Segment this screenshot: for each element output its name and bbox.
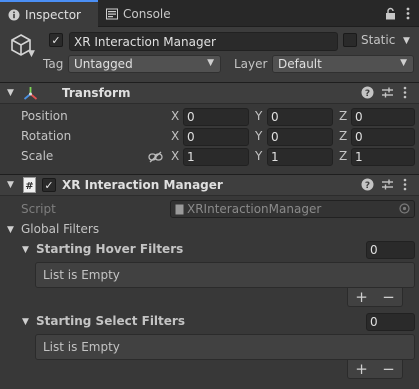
script-value: XRInteractionManager (187, 202, 322, 216)
rotation-y-label: Y (255, 129, 263, 143)
position-x-field[interactable]: 0 (183, 108, 249, 126)
constrain-proportions-link-icon[interactable] (147, 150, 163, 164)
component-enabled-checkbox[interactable]: ✓ (42, 178, 56, 192)
position-z-field[interactable]: 0 (351, 108, 415, 126)
tag-label: Tag (43, 57, 64, 71)
layer-value: Default (278, 57, 322, 71)
add-select-filter-button[interactable]: + (355, 360, 368, 378)
preset-icon[interactable] (381, 178, 394, 194)
console-icon (106, 8, 118, 20)
select-filters-footer: + − (347, 360, 403, 379)
xr-manager-title: XR Interaction Manager (62, 178, 223, 192)
kebab-menu-icon[interactable] (403, 178, 407, 194)
tab-console-label: Console (123, 6, 171, 21)
scale-y-field[interactable]: 1 (267, 148, 333, 166)
select-filters-foldout-icon[interactable]: ▼ (22, 317, 29, 327)
static-checkbox[interactable] (343, 33, 357, 47)
layer-dropdown[interactable]: Default ▼ (272, 55, 414, 73)
help-icon[interactable]: ? (361, 178, 374, 194)
tab-inspector-label: Inspector (25, 7, 81, 22)
scale-z-label: Z (339, 149, 348, 163)
tag-value: Untagged (74, 57, 133, 71)
scale-label: Scale (21, 149, 54, 163)
object-name-field[interactable]: XR Interaction Manager (69, 32, 338, 51)
tag-dropdown[interactable]: Untagged ▼ (68, 55, 221, 73)
hover-filters-foldout-icon[interactable]: ▼ (22, 245, 29, 255)
tab-console[interactable]: Console (98, 0, 178, 27)
layer-label: Layer (234, 57, 268, 71)
script-label: Script (21, 202, 56, 216)
add-hover-filter-button[interactable]: + (355, 288, 368, 306)
script-field: XRInteractionManager (170, 200, 415, 218)
hover-filters-label[interactable]: Starting Hover Filters (36, 242, 183, 256)
position-y-field[interactable]: 0 (267, 108, 333, 126)
xr-manager-header[interactable]: ▼ # ✓ XR Interaction Manager ? (0, 174, 419, 196)
select-filters-list: List is Empty (35, 334, 415, 360)
tab-inspector[interactable]: Inspector (0, 0, 98, 27)
hover-filters-footer: + − (347, 288, 403, 307)
rotation-x-label: X (171, 129, 180, 143)
rotation-label: Rotation (21, 129, 72, 143)
tab-bar: Inspector Console (0, 0, 419, 27)
select-filters-label[interactable]: Starting Select Filters (36, 314, 185, 328)
global-filters-foldout-icon[interactable]: ▼ (7, 225, 14, 235)
xr-manager-foldout-icon[interactable]: ▼ (7, 180, 14, 190)
scale-x-label: X (171, 149, 180, 163)
static-dropdown-arrow-icon[interactable]: ▼ (403, 36, 410, 46)
position-x-label: X (171, 109, 180, 123)
select-empty-text: List is Empty (43, 340, 120, 354)
position-z-label: Z (339, 109, 348, 123)
svg-text:?: ? (365, 181, 370, 191)
remove-select-filter-button[interactable]: − (382, 360, 395, 378)
scale-x-field[interactable]: 1 (183, 148, 249, 166)
rotation-y-field[interactable]: 0 (267, 128, 333, 146)
chevron-down-icon: ▼ (207, 58, 214, 68)
icon-dropdown-arrow-icon[interactable]: ▼ (28, 49, 35, 59)
rotation-z-label: Z (339, 129, 348, 143)
select-filters-count-field[interactable]: 0 (366, 313, 415, 331)
rotation-z-field[interactable]: 0 (351, 128, 415, 146)
active-checkbox[interactable]: ✓ (49, 33, 63, 47)
scale-y-label: Y (255, 149, 263, 163)
chevron-down-icon: ▼ (400, 58, 407, 68)
info-icon (8, 9, 20, 21)
kebab-menu-icon[interactable] (403, 6, 413, 20)
preset-icon[interactable] (381, 86, 394, 102)
svg-text:#: # (25, 181, 33, 192)
script-asset-icon (175, 204, 184, 215)
help-icon[interactable]: ? (361, 86, 374, 102)
remove-hover-filter-button[interactable]: − (382, 288, 395, 306)
transform-foldout-icon[interactable]: ▼ (7, 88, 14, 98)
transform-title: Transform (62, 86, 131, 100)
position-y-label: Y (255, 109, 263, 123)
lock-icon[interactable] (383, 6, 397, 20)
hover-empty-text: List is Empty (43, 268, 120, 282)
rotation-x-field[interactable]: 0 (183, 128, 249, 146)
static-label: Static (361, 33, 396, 47)
hover-filters-count-field[interactable]: 0 (366, 241, 415, 259)
hover-filters-list: List is Empty (35, 262, 415, 288)
transform-body: Position X 0 Y 0 Z 0 Rotation X 0 Y 0 Z … (0, 105, 419, 173)
scale-z-field[interactable]: 1 (351, 148, 415, 166)
transform-axis-icon (22, 85, 38, 101)
transform-header[interactable]: ▼ Transform ? (0, 82, 419, 104)
kebab-menu-icon[interactable] (403, 86, 407, 102)
global-filters-label[interactable]: Global Filters (21, 222, 99, 236)
gameobject-header: ▼ ✓ XR Interaction Manager Static ▼ Tag … (0, 27, 419, 83)
svg-text:?: ? (365, 89, 370, 99)
script-file-icon: # (22, 177, 36, 193)
object-picker-icon (399, 203, 410, 214)
position-label: Position (21, 109, 68, 123)
